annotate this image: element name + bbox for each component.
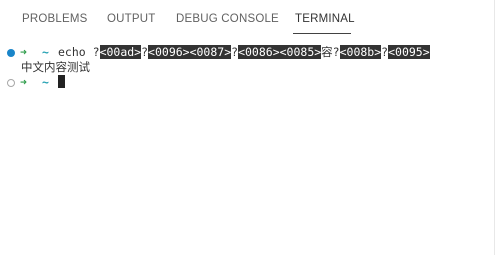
- command-seg-5: <0086><0085>: [238, 45, 322, 59]
- command-status-idle-icon[interactable]: [7, 79, 15, 87]
- prompt-arrow-icon: ➜: [20, 45, 27, 59]
- tab-terminal[interactable]: TERMINAL: [295, 13, 355, 25]
- tab-debug-console[interactable]: DEBUG CONSOLE: [176, 13, 279, 25]
- terminal-prompt-line: ➜ ~: [0, 75, 494, 89]
- terminal-output-line: 中文内容测试: [0, 60, 494, 74]
- command-prefix: echo: [58, 45, 93, 59]
- command-seg-2: ?: [141, 45, 149, 59]
- terminal-cursor: [58, 75, 65, 88]
- active-tab-indicator: [293, 33, 351, 34]
- command-status-active-icon[interactable]: [7, 49, 15, 57]
- prompt-arrow-icon: ➜: [20, 75, 27, 89]
- output-text: 中文内容测试: [21, 60, 90, 74]
- tab-problems[interactable]: PROBLEMS: [22, 13, 88, 25]
- prompt-directory: ~: [42, 45, 49, 59]
- command-seg-10: <0095>: [388, 45, 430, 59]
- panel-tab-bar: PROBLEMS OUTPUT DEBUG CONSOLE TERMINAL: [0, 0, 494, 35]
- command-seg-0: ?: [92, 45, 100, 59]
- tab-output[interactable]: OUTPUT: [107, 13, 155, 25]
- command-seg-6: 容: [321, 45, 333, 59]
- command-seg-3: <0096><0087>: [148, 45, 232, 59]
- command-seg-1: <00ad>: [99, 45, 142, 59]
- terminal-command-line: ➜ ~ echo ?<00ad>?<0096><0087>?<0086><008…: [0, 45, 494, 59]
- prompt-directory: ~: [42, 75, 49, 89]
- command-text: echo ?<00ad>?<0096><0087>?<0086><0085>容?…: [58, 45, 430, 59]
- command-seg-7: ?: [332, 45, 340, 59]
- command-seg-8: <008b>: [339, 45, 382, 59]
- terminal-panel: PROBLEMS OUTPUT DEBUG CONSOLE TERMINAL ➜…: [0, 0, 495, 255]
